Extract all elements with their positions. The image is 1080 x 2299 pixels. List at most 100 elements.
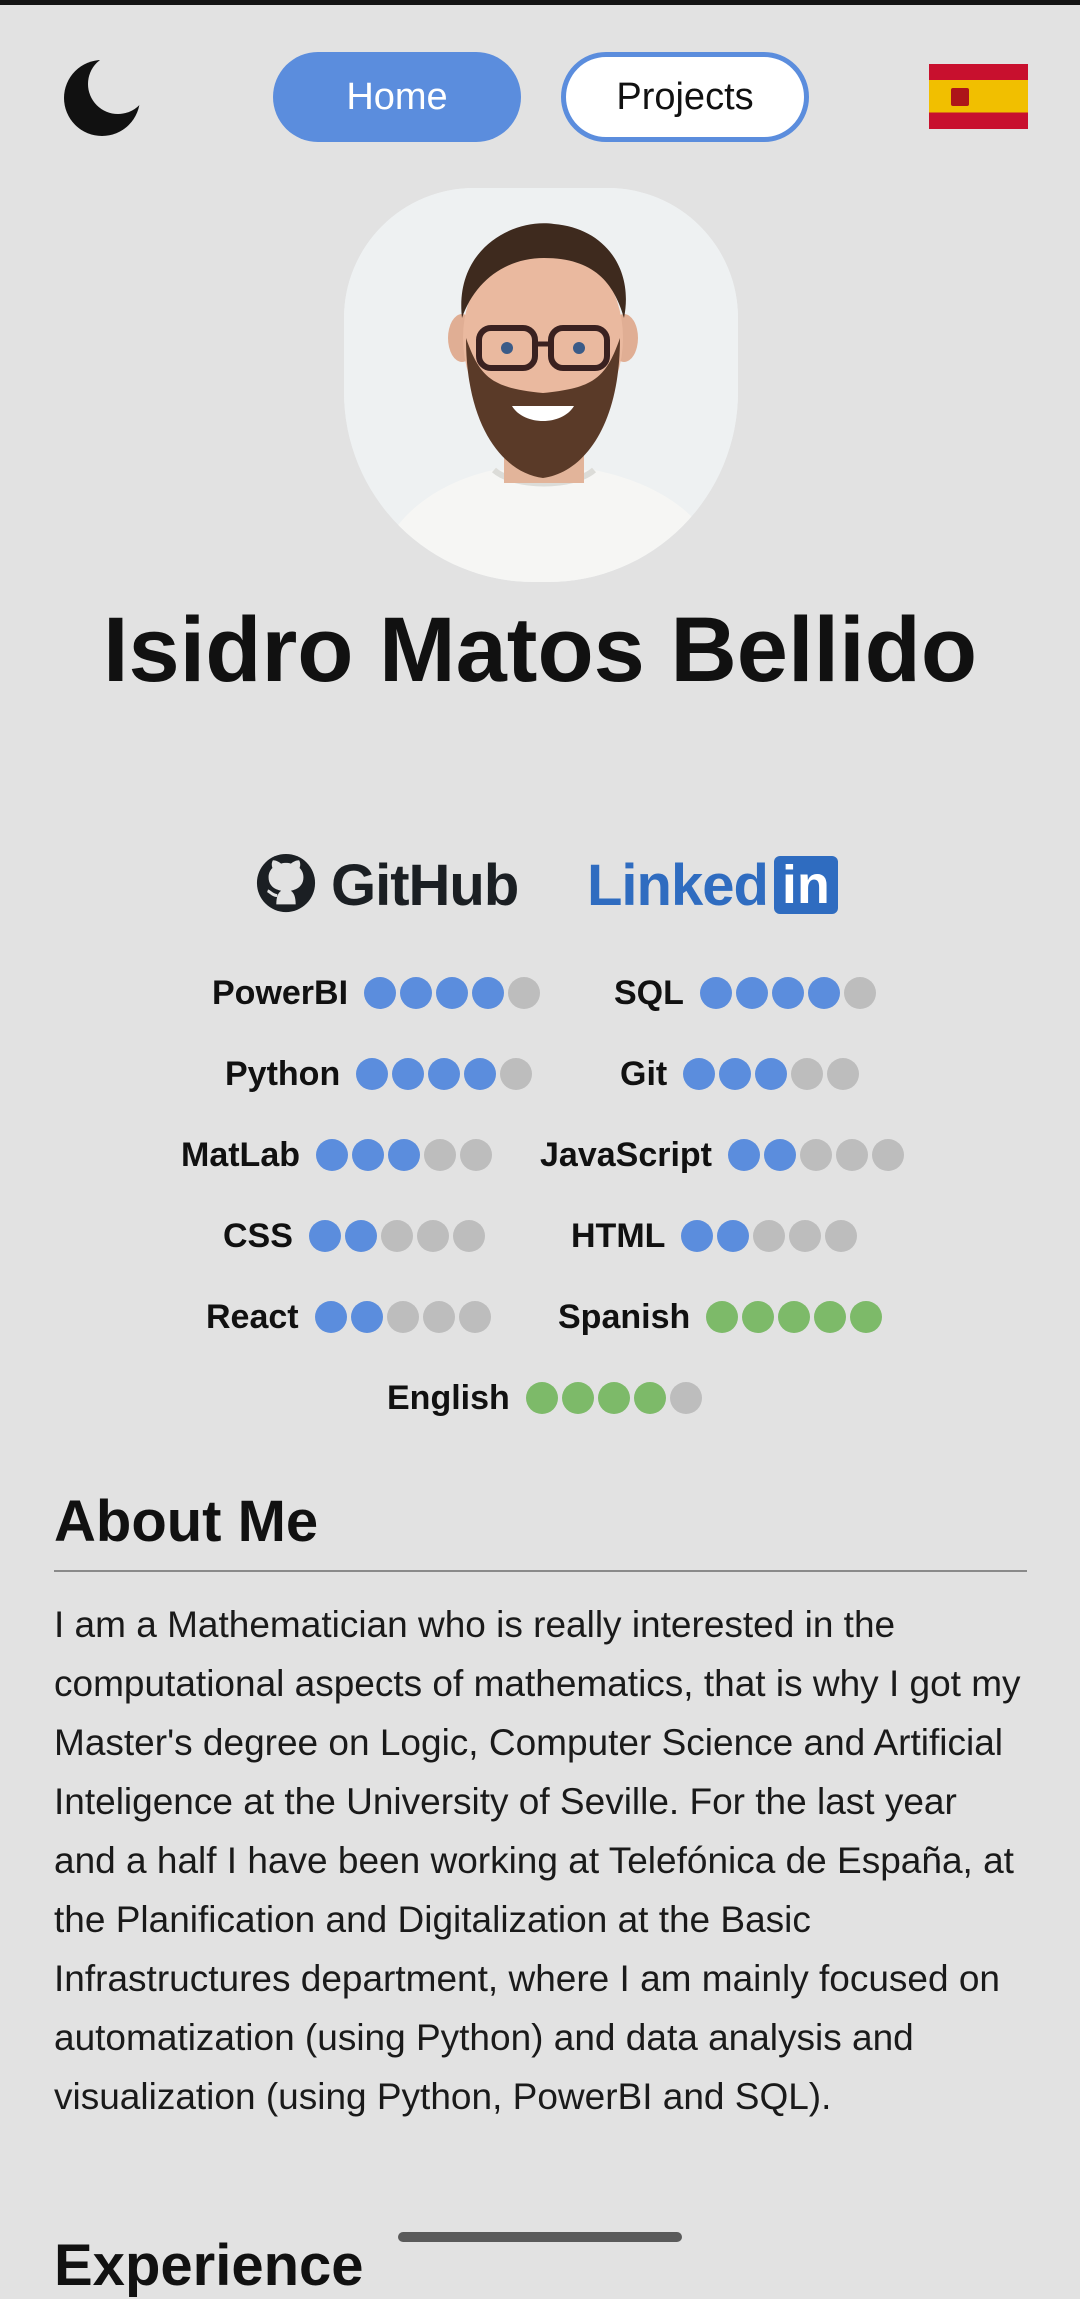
rating-dot-empty xyxy=(424,1139,456,1171)
skill-css: CSS xyxy=(223,1216,485,1256)
skill-react: React xyxy=(206,1297,491,1337)
linkedin-label: Linked xyxy=(587,852,769,918)
rating-dot-filled xyxy=(699,977,732,1009)
skill-name: CSS xyxy=(223,1216,293,1255)
github-label: GitHub xyxy=(331,852,519,918)
rating-dot-empty xyxy=(386,1301,419,1333)
skill-powerbi: PowerBI xyxy=(212,973,541,1013)
rating-dot-empty xyxy=(843,977,876,1009)
rating-dot-empty xyxy=(460,1139,492,1171)
rating-dot-filled xyxy=(344,1220,377,1252)
rating-dot-filled xyxy=(706,1301,739,1333)
rating-dot-filled xyxy=(742,1301,775,1333)
status-bar-strip xyxy=(0,0,1080,5)
skill-rating xyxy=(699,977,876,1009)
skill-rating xyxy=(706,1301,883,1333)
home-indicator[interactable] xyxy=(398,2232,682,2242)
rating-dot-filled xyxy=(807,977,840,1009)
skill-rating xyxy=(356,1058,533,1090)
skill-name: PowerBI xyxy=(212,973,349,1012)
nav-home-button[interactable]: Home xyxy=(273,52,521,142)
rating-dot-filled xyxy=(316,1139,348,1171)
skill-name: JavaScript xyxy=(540,1135,712,1174)
skill-matlab: MatLab xyxy=(181,1135,492,1175)
skill-rating xyxy=(316,1139,492,1171)
moon-icon[interactable] xyxy=(62,58,142,138)
rating-dot-filled xyxy=(352,1139,384,1171)
rating-dot-filled xyxy=(364,977,397,1009)
rating-dot-filled xyxy=(428,1058,461,1090)
about-text: I am a Mathematician who is really inter… xyxy=(54,1604,1021,2117)
rating-dot-filled xyxy=(719,1058,752,1090)
github-link[interactable]: GitHub xyxy=(255,852,519,919)
skill-name: MatLab xyxy=(181,1135,300,1174)
skill-name: Spanish xyxy=(558,1297,691,1336)
spain-flag-icon[interactable] xyxy=(929,64,1028,129)
rating-dot-empty xyxy=(508,977,541,1009)
linkedin-link[interactable]: Linked in xyxy=(587,852,838,918)
rating-dot-filled xyxy=(771,977,804,1009)
skill-javascript: JavaScript xyxy=(540,1135,904,1175)
skill-rating xyxy=(728,1139,904,1171)
skill-name: English xyxy=(387,1378,510,1417)
profile-name: Isidro Matos Bellido xyxy=(102,599,978,701)
rating-dot-filled xyxy=(633,1382,666,1414)
skill-name: SQL xyxy=(614,973,684,1012)
rating-dot-filled xyxy=(717,1220,750,1252)
rating-dot-empty xyxy=(827,1058,860,1090)
skill-rating xyxy=(681,1220,858,1252)
rating-dot-filled xyxy=(728,1139,760,1171)
rating-dot-empty xyxy=(422,1301,455,1333)
rating-dot-filled xyxy=(735,977,768,1009)
rating-dot-empty xyxy=(825,1220,858,1252)
skill-rating xyxy=(525,1382,702,1414)
skill-name: Git xyxy=(620,1054,668,1093)
rating-dot-empty xyxy=(380,1220,413,1252)
rating-dot-filled xyxy=(392,1058,425,1090)
nav-projects-button[interactable]: Projects xyxy=(561,52,809,142)
profile-photo xyxy=(344,188,738,582)
skill-python: Python xyxy=(225,1054,533,1094)
rating-dot-filled xyxy=(764,1139,796,1171)
rating-dot-filled xyxy=(472,977,505,1009)
skill-spanish: Spanish xyxy=(558,1297,883,1337)
rating-dot-filled xyxy=(814,1301,847,1333)
skill-rating xyxy=(314,1301,491,1333)
skill-rating xyxy=(308,1220,485,1252)
rating-dot-empty xyxy=(452,1220,485,1252)
rating-dot-empty xyxy=(791,1058,824,1090)
github-icon xyxy=(255,852,317,919)
section-divider xyxy=(54,1570,1027,1572)
rating-dot-filled xyxy=(597,1382,630,1414)
rating-dot-empty xyxy=(872,1139,904,1171)
skill-html: HTML xyxy=(571,1216,858,1256)
rating-dot-empty xyxy=(416,1220,449,1252)
skill-name: HTML xyxy=(571,1216,666,1255)
rating-dot-filled xyxy=(314,1301,347,1333)
rating-dot-filled xyxy=(356,1058,389,1090)
skill-rating xyxy=(364,977,541,1009)
rating-dot-filled xyxy=(683,1058,716,1090)
skill-english: English xyxy=(387,1378,702,1418)
rating-dot-filled xyxy=(388,1139,420,1171)
rating-dot-filled xyxy=(350,1301,383,1333)
rating-dot-filled xyxy=(436,977,469,1009)
skill-sql: SQL xyxy=(614,973,876,1013)
experience-heading: Experience xyxy=(54,2233,364,2298)
rating-dot-empty xyxy=(500,1058,533,1090)
rating-dot-empty xyxy=(789,1220,822,1252)
rating-dot-filled xyxy=(561,1382,594,1414)
rating-dot-empty xyxy=(458,1301,491,1333)
linkedin-icon: in xyxy=(773,855,838,915)
about-heading: About Me xyxy=(54,1489,319,1554)
rating-dot-filled xyxy=(681,1220,714,1252)
rating-dot-filled xyxy=(525,1382,558,1414)
skill-rating xyxy=(683,1058,860,1090)
skill-git: Git xyxy=(620,1054,860,1094)
rating-dot-filled xyxy=(308,1220,341,1252)
rating-dot-filled xyxy=(850,1301,883,1333)
rating-dot-empty xyxy=(669,1382,702,1414)
skill-name: Python xyxy=(225,1054,341,1093)
rating-dot-filled xyxy=(755,1058,788,1090)
rating-dot-empty xyxy=(753,1220,786,1252)
